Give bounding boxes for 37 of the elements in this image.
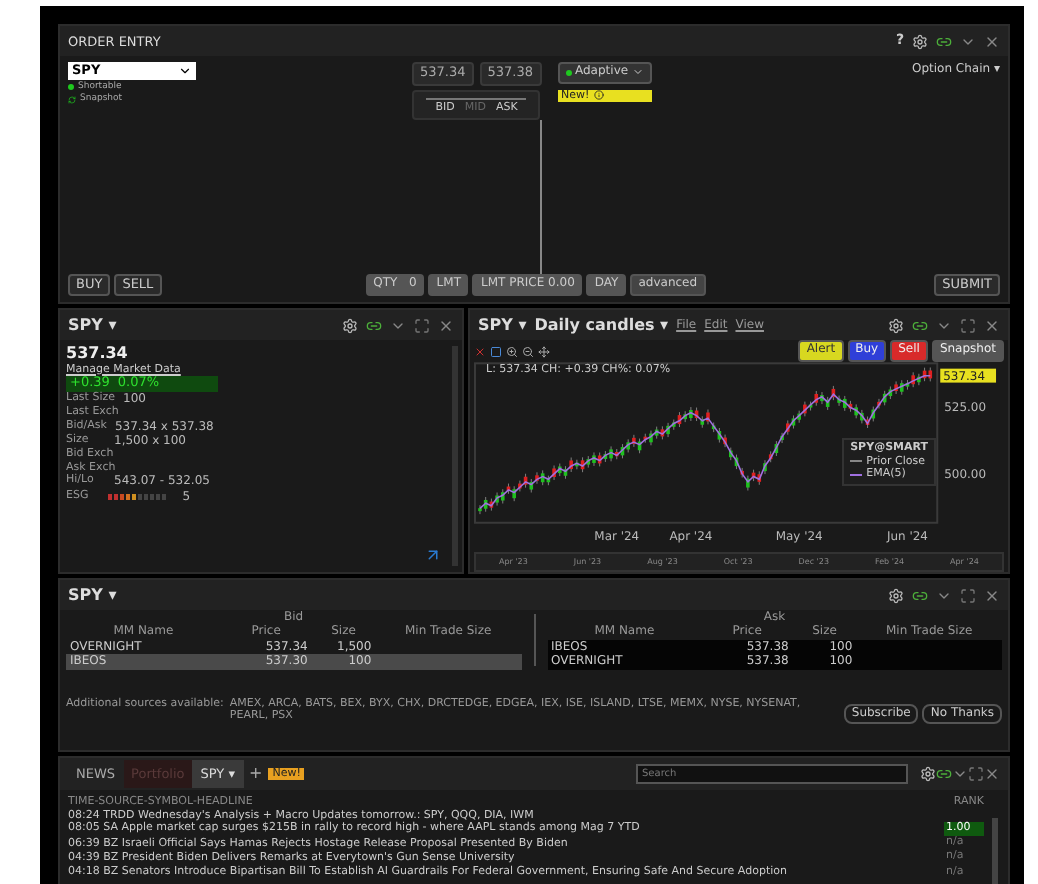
add-tab-button[interactable]: + [249, 764, 263, 784]
chart-type-dropdown[interactable]: Daily candles ▾ [534, 316, 669, 334]
maximize-icon[interactable] [960, 587, 976, 603]
settings-icon[interactable] [912, 33, 928, 49]
square-icon[interactable] [490, 345, 502, 357]
link-icon[interactable] [912, 317, 928, 333]
link-icon[interactable] [912, 587, 928, 603]
symbol-title[interactable]: SPY ▾ [478, 316, 527, 334]
status-dot [68, 84, 74, 91]
caret-icon[interactable] [178, 64, 192, 78]
close-icon[interactable] [984, 33, 1000, 49]
move-icon[interactable] [538, 345, 550, 357]
close-icon[interactable] [984, 766, 1000, 782]
scrollbar[interactable] [992, 818, 998, 884]
link-icon[interactable] [366, 317, 382, 333]
line-icon [850, 473, 863, 476]
maximize-icon[interactable] [960, 317, 976, 333]
dashed-line-icon [850, 460, 863, 463]
maximize-icon[interactable] [414, 317, 430, 333]
maximize-icon[interactable] [968, 766, 984, 782]
settings-icon[interactable] [888, 587, 904, 603]
close-icon[interactable] [474, 345, 486, 357]
refresh-icon[interactable] [68, 96, 76, 105]
last-price: 537.34 [66, 344, 130, 363]
close-icon[interactable] [984, 587, 1000, 603]
settings-icon[interactable] [920, 766, 936, 782]
zoom-in-icon[interactable] [506, 345, 518, 357]
close-icon[interactable] [438, 317, 454, 333]
link-icon[interactable] [936, 33, 952, 49]
symbol-title[interactable]: SPY ▾ [68, 586, 117, 604]
zoom-out-icon[interactable] [522, 345, 534, 357]
symbol-title[interactable]: SPY ▾ [68, 316, 117, 334]
arrow-icon[interactable] [424, 546, 442, 564]
settings-icon[interactable] [888, 317, 904, 333]
settings-icon[interactable] [342, 317, 358, 333]
close-icon[interactable] [984, 317, 1000, 333]
link-icon[interactable] [936, 766, 952, 782]
